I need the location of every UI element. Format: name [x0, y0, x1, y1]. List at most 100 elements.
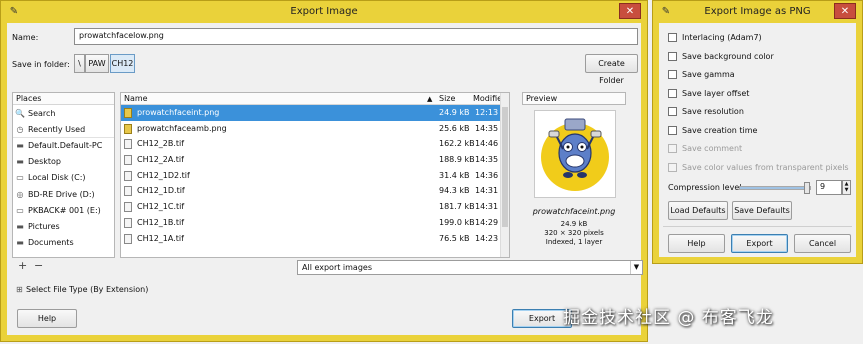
file-row[interactable]: prowatchfaceint.png 24.9 kB 12:13: [121, 105, 509, 121]
place-label: BD-RE Drive (D:): [28, 189, 95, 199]
preview-dimensions: 320 × 320 pixels: [544, 229, 604, 237]
spin-down-icon[interactable]: ▼: [843, 187, 850, 193]
place-pictures[interactable]: ▬ Pictures: [13, 218, 114, 234]
interlacing-label: Interlacing (Adam7): [682, 33, 762, 42]
png-options-divider: [663, 226, 852, 227]
compression-level-input[interactable]: 9: [816, 180, 842, 195]
search-icon: 🔍: [15, 108, 25, 118]
file-row[interactable]: CH12_1B.tif 199.0 kB 14:29: [121, 215, 509, 231]
place-search[interactable]: 🔍 Search: [13, 105, 114, 121]
preview-header[interactable]: Preview: [522, 92, 626, 105]
file-list-header: Name ▲ Size Modified: [121, 93, 509, 105]
file-list: Name ▲ Size Modified prowatchfaceint.png…: [120, 92, 510, 258]
place-local-disk[interactable]: ▭ Local Disk (C:): [13, 170, 114, 186]
file-modified: 14:29: [475, 217, 499, 227]
save-layer-offset-checkbox[interactable]: [668, 89, 677, 98]
folder-icon: ▬: [16, 141, 24, 151]
png-options-title: Export Image as PNG: [704, 6, 811, 17]
place-label: Pictures: [28, 221, 60, 231]
preview-filesize: 24.9 kB: [560, 220, 588, 228]
file-list-scrollbar[interactable]: [500, 93, 509, 257]
file-icon: [124, 217, 132, 228]
place-label: Desktop: [28, 157, 61, 167]
file-row[interactable]: CH12_1A.tif 76.5 kB 14:23: [121, 231, 509, 247]
save-resolution-label: Save resolution: [682, 107, 744, 116]
file-icon: [124, 139, 132, 150]
add-bookmark-icon[interactable]: +: [18, 259, 27, 272]
file-name: CH12_2B.tif: [137, 139, 185, 149]
chevron-down-icon: ▼: [630, 261, 642, 274]
place-label: Search: [28, 108, 56, 118]
save-gamma-checkbox[interactable]: [668, 70, 677, 79]
png-options-titlebar[interactable]: ✎ Export Image as PNG ✕: [653, 1, 862, 23]
save-in-folder-label: Save in folder:: [12, 60, 70, 69]
close-icon[interactable]: ✕: [834, 3, 856, 19]
save-creation-time-checkbox[interactable]: [668, 126, 677, 135]
file-row[interactable]: CH12_1C.tif 181.7 kB 14:31: [121, 199, 509, 215]
place-label: PKBACK# 001 (E:): [28, 205, 101, 215]
save-background-color-checkbox[interactable]: [668, 52, 677, 61]
export-image-title: Export Image: [290, 6, 358, 17]
place-pkback[interactable]: ▭ PKBACK# 001 (E:): [13, 202, 114, 218]
places-header[interactable]: Places: [13, 93, 114, 105]
file-icon: [124, 233, 132, 244]
create-folder-button[interactable]: Create Folder: [585, 54, 638, 85]
place-label: Recently Used: [28, 124, 86, 134]
preview-panel: Preview prowatchfaceint.png 24.9 kB 320 …: [522, 92, 626, 258]
help-button[interactable]: Help: [17, 309, 77, 328]
path-segment-paw[interactable]: PAW: [85, 54, 109, 73]
remove-bookmark-icon[interactable]: −: [34, 259, 43, 272]
save-background-color-label: Save background color: [682, 52, 774, 61]
png-help-button[interactable]: Help: [668, 234, 725, 253]
preview-image-frame[interactable]: [534, 110, 616, 198]
place-label: Local Disk (C:): [28, 173, 86, 183]
column-name[interactable]: Name: [124, 93, 148, 105]
path-segment-root[interactable]: \: [74, 54, 85, 73]
file-name: CH12_1B.tif: [137, 217, 185, 227]
file-row[interactable]: CH12_2A.tif 188.9 kB 14:35: [121, 152, 509, 168]
file-filter-select[interactable]: All export images ▼: [297, 260, 643, 275]
file-modified: 14:31: [475, 186, 499, 196]
interlacing-checkbox[interactable]: [668, 33, 677, 42]
place-default-pc[interactable]: ▬ Default.Default-PC: [13, 137, 114, 153]
file-size: 76.5 kB: [439, 233, 470, 243]
png-cancel-button[interactable]: Cancel: [794, 234, 851, 253]
compression-spin-buttons[interactable]: ▲ ▼: [842, 180, 851, 195]
file-icon: [124, 186, 132, 197]
folder-icon: ▬: [16, 238, 24, 248]
file-row[interactable]: CH12_2B.tif 162.2 kB 14:46: [121, 136, 509, 152]
file-name: prowatchfaceamb.png: [137, 123, 227, 133]
compression-slider-thumb[interactable]: [804, 182, 810, 194]
places-panel: Places 🔍 Search ◷ Recently Used ▬ Default.D…: [12, 92, 115, 258]
watermark-text: 掘金技术社区 @ 布客飞龙: [563, 308, 774, 328]
close-icon[interactable]: ✕: [619, 3, 641, 19]
place-desktop[interactable]: ▬ Desktop: [13, 154, 114, 170]
file-modified: 12:13: [475, 108, 499, 117]
expander-icon[interactable]: ⊞: [16, 285, 23, 294]
file-row[interactable]: CH12_1D.tif 94.3 kB 14:31: [121, 183, 509, 199]
save-comment-checkbox: [668, 144, 677, 153]
save-resolution-checkbox[interactable]: [668, 107, 677, 116]
place-label: Default.Default-PC: [28, 141, 103, 151]
select-file-type-expander[interactable]: Select File Type (By Extension): [26, 285, 148, 294]
place-bd-re-drive[interactable]: ◎ BD-RE Drive (D:): [13, 186, 114, 202]
save-defaults-button[interactable]: Save Defaults: [732, 201, 792, 220]
place-label: Documents: [28, 238, 74, 248]
file-icon: [124, 155, 132, 166]
file-row[interactable]: CH12_1D2.tif 31.4 kB 14:36: [121, 168, 509, 184]
compression-level-label: Compression level:: [668, 183, 745, 192]
column-size[interactable]: Size: [439, 93, 455, 105]
folder-icon: ▬: [16, 157, 24, 167]
path-segment-ch12[interactable]: CH12: [110, 54, 135, 73]
place-documents[interactable]: ▬ Documents: [13, 235, 114, 251]
export-image-titlebar[interactable]: ✎ Export Image ✕: [1, 1, 647, 23]
png-options-client: Interlacing (Adam7) Save background colo…: [659, 23, 856, 257]
load-defaults-button[interactable]: Load Defaults: [668, 201, 728, 220]
export-image-window: ✎ Export Image ✕ Name: prowatchfacelow.p…: [0, 0, 648, 342]
png-export-button[interactable]: Export: [731, 234, 788, 253]
filename-input[interactable]: prowatchfacelow.png: [74, 28, 638, 45]
compression-slider[interactable]: [739, 182, 811, 194]
scrollbar-thumb[interactable]: [502, 107, 508, 227]
file-row[interactable]: prowatchfaceamb.png 25.6 kB 14:35: [121, 121, 509, 137]
place-recently-used[interactable]: ◷ Recently Used: [13, 121, 114, 137]
